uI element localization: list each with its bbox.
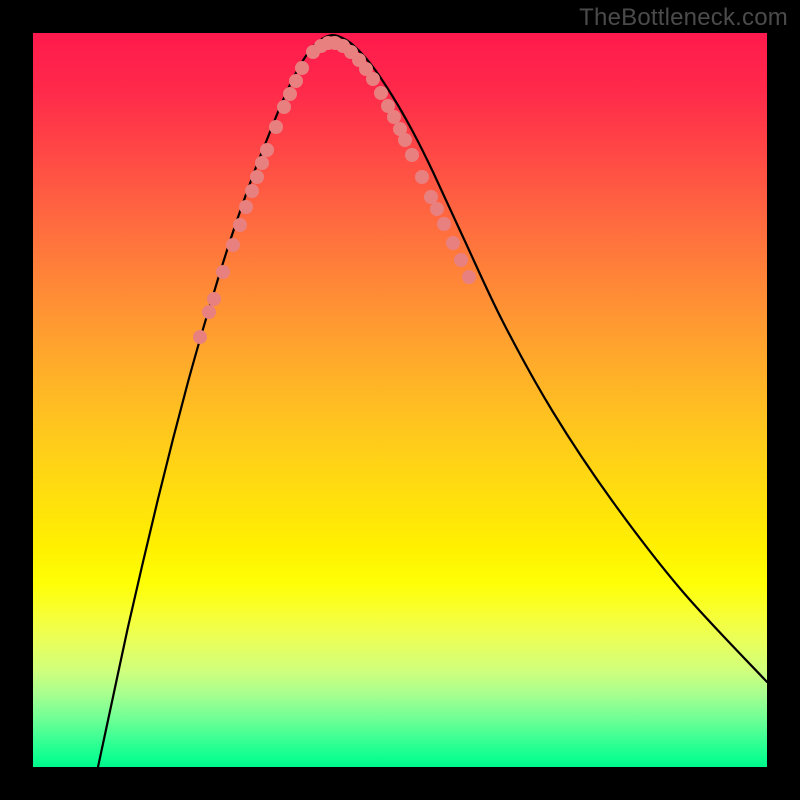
highlight-dot <box>202 305 216 319</box>
highlight-dot <box>387 110 401 124</box>
highlight-dot <box>430 202 444 216</box>
watermark-text: TheBottleneck.com <box>579 4 788 32</box>
highlight-dot <box>277 100 291 114</box>
plot-area <box>33 33 767 767</box>
highlight-dot <box>233 218 247 232</box>
highlight-dots-group <box>193 36 476 344</box>
highlight-dot <box>255 156 269 170</box>
highlight-dot <box>289 74 303 88</box>
highlight-dot <box>454 253 468 267</box>
highlight-dot <box>245 184 259 198</box>
bottleneck-curve <box>98 35 767 767</box>
highlight-dot <box>446 236 460 250</box>
highlight-dot <box>193 330 207 344</box>
highlight-dot <box>437 217 451 231</box>
highlight-dot <box>398 133 412 147</box>
highlight-dot <box>260 143 274 157</box>
highlight-dot <box>283 87 297 101</box>
highlight-dot <box>239 200 253 214</box>
highlight-dot <box>207 292 221 306</box>
highlight-dot <box>250 170 264 184</box>
highlight-dot <box>226 238 240 252</box>
highlight-dot <box>415 170 429 184</box>
highlight-dot <box>374 86 388 100</box>
highlight-dot <box>366 72 380 86</box>
highlight-dot <box>462 270 476 284</box>
highlight-dot <box>295 61 309 75</box>
highlight-dot <box>269 120 283 134</box>
chart-svg <box>33 33 767 767</box>
highlight-dot <box>405 148 419 162</box>
highlight-dot <box>424 190 438 204</box>
highlight-dot <box>216 265 230 279</box>
chart-frame: TheBottleneck.com <box>0 0 800 800</box>
